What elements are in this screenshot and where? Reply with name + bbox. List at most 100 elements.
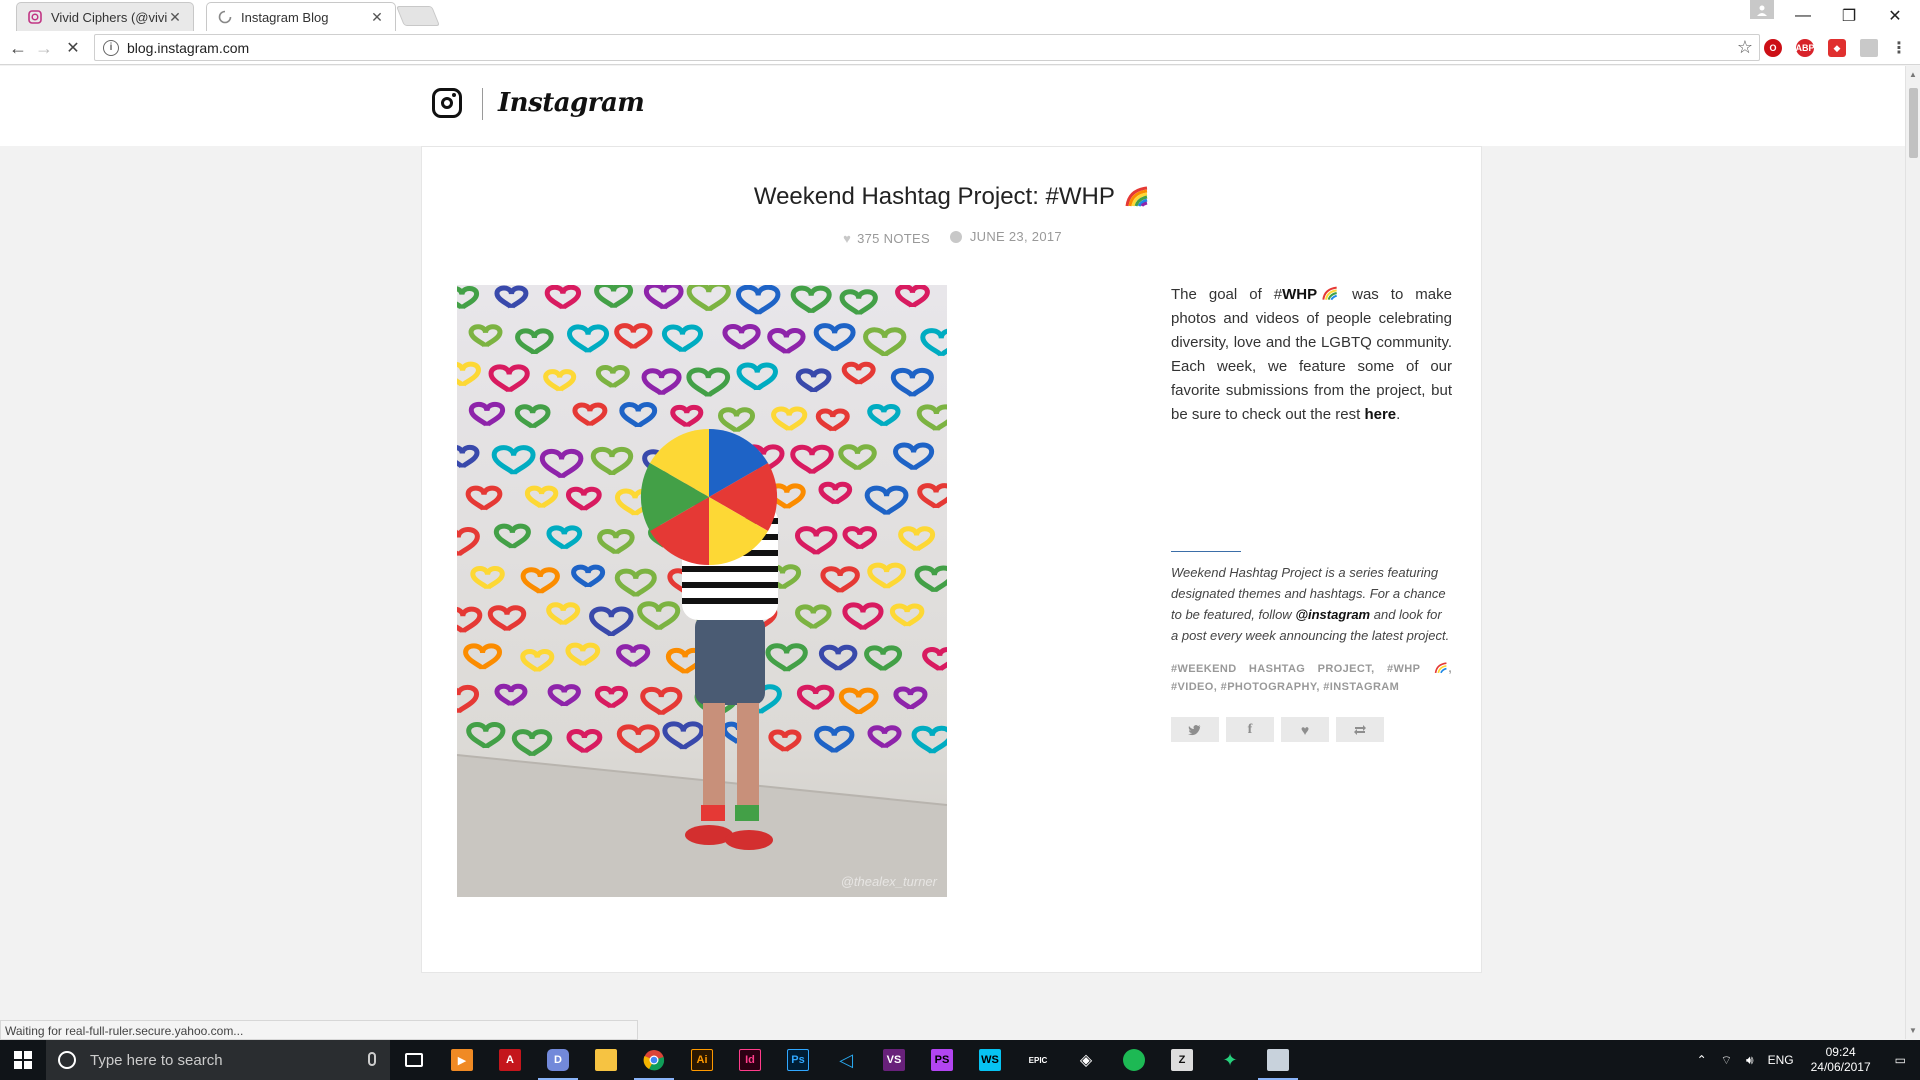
- phpstorm-icon[interactable]: PS: [918, 1040, 966, 1080]
- indesign-icon[interactable]: Id: [726, 1040, 774, 1080]
- zbrush-icon[interactable]: Z: [1158, 1040, 1206, 1080]
- menu-dots-icon[interactable]: ⋮: [1890, 39, 1908, 57]
- minimize-button[interactable]: —: [1780, 0, 1826, 31]
- notes-count[interactable]: ♥ 375 NOTES: [843, 231, 930, 246]
- like-button[interactable]: ♥: [1281, 717, 1329, 742]
- post-meta: ♥ 375 NOTES JUNE 23, 2017: [422, 229, 1483, 246]
- stop-loading-button[interactable]: ✕: [61, 36, 85, 60]
- clock[interactable]: 09:24 24/06/2017: [1801, 1045, 1881, 1075]
- restore-button[interactable]: ❐: [1826, 0, 1872, 31]
- acrobat-icon[interactable]: A: [486, 1040, 534, 1080]
- system-tray: ⌃ ⌔ 🔊︎ ENG 09:24 24/06/2017 ▭: [1690, 1040, 1920, 1080]
- discord-icon[interactable]: D: [534, 1040, 582, 1080]
- site-info-icon[interactable]: i: [103, 39, 119, 56]
- instagram-handle-link[interactable]: @instagram: [1295, 607, 1370, 622]
- post-title[interactable]: Weekend Hashtag Project: #WHP: [422, 183, 1483, 211]
- post-photo[interactable]: @thealex_turner: [457, 285, 947, 897]
- scroll-down-arrow[interactable]: ▼: [1909, 1026, 1917, 1035]
- network-app-icon[interactable]: [1254, 1040, 1302, 1080]
- scroll-up-arrow[interactable]: ▲: [1909, 70, 1917, 79]
- here-link[interactable]: here: [1364, 406, 1396, 423]
- photo-watermark: @thealex_turner: [840, 874, 937, 889]
- visual-studio-icon[interactable]: VS: [870, 1040, 918, 1080]
- post-card: Weekend Hashtag Project: #WHP ♥ 375 NOTE…: [421, 146, 1482, 973]
- browser-toolbar: ← → ✕ i blog.instagram.com ☆ O ABP ◆ ⋮: [0, 31, 1920, 65]
- volume-icon[interactable]: 🔊︎: [1739, 1053, 1761, 1068]
- forward-button[interactable]: →: [32, 36, 56, 60]
- date-label: JUNE 23, 2017: [969, 229, 1062, 244]
- facebook-share-button[interactable]: f: [1226, 717, 1274, 742]
- tab-instagram-blog[interactable]: Instagram Blog ✕: [206, 2, 396, 31]
- windows-taskbar: Type here to search ▶ A D Ai Id Ps ◁ VS …: [0, 1040, 1920, 1080]
- whp-hashtag-link[interactable]: WHP: [1282, 286, 1317, 303]
- post-date[interactable]: JUNE 23, 2017: [949, 229, 1062, 244]
- tab-vivid-ciphers[interactable]: Vivid Ciphers (@vividcip ✕: [16, 2, 194, 31]
- extension-icon[interactable]: [1860, 39, 1878, 57]
- language-indicator[interactable]: ENG: [1761, 1053, 1801, 1067]
- site-header: Instagram: [0, 66, 1905, 146]
- page-scrollbar[interactable]: ▲ ▼: [1905, 66, 1920, 1039]
- tag-link[interactable]: #VIDEO: [1171, 681, 1214, 693]
- wifi-icon[interactable]: ⌔: [1714, 1053, 1739, 1068]
- tab-title: Vivid Ciphers (@vividcip: [51, 9, 167, 25]
- bookmark-star-icon[interactable]: ☆: [1737, 37, 1753, 58]
- clock-icon: [949, 230, 962, 243]
- profile-icon[interactable]: [1750, 0, 1774, 19]
- photo-hearts-wall: [457, 285, 947, 897]
- notifications-icon[interactable]: ▭: [1881, 1053, 1920, 1067]
- back-button[interactable]: ←: [6, 36, 30, 60]
- like-icon: ♥: [1300, 721, 1310, 738]
- twitter-share-button[interactable]: [1171, 717, 1219, 742]
- post-title-text: Weekend Hashtag Project: #WHP: [753, 183, 1115, 210]
- instagram-wordmark[interactable]: Instagram: [498, 88, 645, 118]
- microphone-icon[interactable]: [368, 1052, 376, 1066]
- webstorm-icon[interactable]: WS: [966, 1040, 1014, 1080]
- rainbow-icon: [1434, 662, 1447, 674]
- facebook-icon: f: [1247, 721, 1253, 737]
- twitter-icon: [1188, 724, 1201, 735]
- clock-date: 24/06/2017: [1810, 1060, 1871, 1074]
- epic-games-icon[interactable]: EPIC: [1014, 1040, 1062, 1080]
- start-button[interactable]: [0, 1040, 46, 1080]
- taskbar-search[interactable]: Type here to search: [46, 1040, 390, 1080]
- vlc-icon[interactable]: ▶: [438, 1040, 486, 1080]
- close-tab-icon[interactable]: ✕: [369, 9, 385, 26]
- search-placeholder: Type here to search: [90, 1051, 223, 1069]
- file-explorer-icon[interactable]: [582, 1040, 630, 1080]
- chevron-up-icon[interactable]: ⌃: [1690, 1053, 1714, 1067]
- vscode-icon[interactable]: ◁: [822, 1040, 870, 1080]
- post-tags: #WEEKEND HASHTAG PROJECT, #WHP , #VIDEO,…: [1171, 662, 1452, 693]
- scrollbar-thumb[interactable]: [1909, 88, 1918, 158]
- app-icon[interactable]: ✦: [1206, 1040, 1254, 1080]
- tag-link[interactable]: #WHP: [1387, 663, 1420, 675]
- task-view-icon[interactable]: [390, 1040, 438, 1080]
- chrome-icon[interactable]: [630, 1040, 678, 1080]
- logo-divider: [482, 88, 483, 120]
- windows-logo-icon: [14, 1051, 32, 1069]
- chrome-logo-icon: [643, 1050, 665, 1071]
- cortana-icon: [58, 1051, 76, 1069]
- tab-title: Instagram Blog: [241, 9, 329, 25]
- photoshop-icon[interactable]: Ps: [774, 1040, 822, 1080]
- notes-label: 375 NOTES: [857, 230, 930, 246]
- page-viewport: Instagram Weekend Hashtag Project: #WHP …: [0, 66, 1905, 1039]
- adblock-plus-icon[interactable]: ABP: [1796, 39, 1815, 57]
- close-tab-icon[interactable]: ✕: [167, 9, 183, 26]
- reblog-button[interactable]: [1336, 717, 1384, 742]
- url-text: blog.instagram.com: [127, 39, 250, 56]
- shield-extension-icon[interactable]: ◆: [1828, 39, 1846, 57]
- tag-link[interactable]: #INSTAGRAM: [1323, 681, 1399, 693]
- spotify-icon[interactable]: [1110, 1040, 1158, 1080]
- new-tab-button[interactable]: [395, 6, 441, 26]
- unity-icon[interactable]: ◈: [1062, 1040, 1110, 1080]
- clock-time: 09:24: [1825, 1045, 1856, 1059]
- address-bar[interactable]: i blog.instagram.com ☆: [94, 34, 1760, 61]
- instagram-icon: [27, 9, 43, 25]
- illustrator-icon[interactable]: Ai: [678, 1040, 726, 1080]
- tag-link[interactable]: #PHOTOGRAPHY: [1221, 681, 1317, 693]
- opera-icon[interactable]: O: [1764, 39, 1782, 57]
- tag-link[interactable]: #WEEKEND HASHTAG PROJECT: [1171, 663, 1371, 675]
- rainbow-icon: [1125, 186, 1148, 207]
- instagram-glyph-icon[interactable]: [432, 88, 462, 118]
- close-window-button[interactable]: ✕: [1872, 0, 1918, 31]
